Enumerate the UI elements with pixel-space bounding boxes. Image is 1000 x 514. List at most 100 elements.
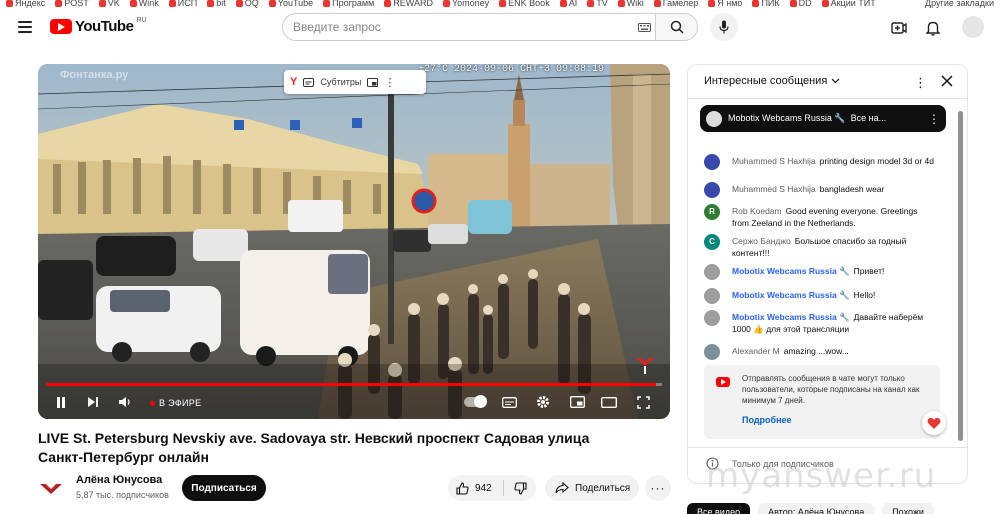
- bookmark-item[interactable]: AI: [559, 0, 578, 8]
- bookmark-label: DD: [798, 0, 812, 8]
- miniplayer-button[interactable]: [568, 393, 586, 411]
- autoplay-toggle[interactable]: [464, 395, 487, 408]
- menu-icon[interactable]: [18, 21, 32, 33]
- chat-author-name[interactable]: Alexander M: [732, 346, 780, 356]
- create-button[interactable]: [890, 19, 908, 37]
- share-icon: [555, 482, 569, 494]
- bookmark-item[interactable]: YouTube: [268, 0, 313, 8]
- chat-author-name[interactable]: Сержо Банджо: [732, 236, 791, 246]
- heart-icon: [927, 417, 941, 429]
- create-video-icon: [891, 22, 907, 34]
- chat-author-avatar: [704, 288, 720, 304]
- pinned-text: Mobotix Webcams Russia 🔧 Все на...: [728, 113, 922, 124]
- chat-message[interactable]: C Сержо Банджо Большое спасибо за годный к…: [704, 234, 934, 259]
- chat-author-name[interactable]: Muhammed S Haxhija: [732, 184, 816, 194]
- progress-bar[interactable]: [46, 383, 662, 386]
- settings-button[interactable]: [534, 393, 552, 411]
- fullscreen-button[interactable]: [634, 393, 652, 411]
- bookmark-item[interactable]: ИСП: [168, 0, 197, 8]
- search-input[interactable]: [283, 14, 633, 40]
- picture-in-picture-icon[interactable]: [367, 77, 379, 87]
- share-button[interactable]: Поделиться: [545, 475, 639, 501]
- dislike-button[interactable]: [504, 481, 536, 495]
- chat-scrollbar[interactable]: [958, 111, 963, 441]
- pause-button[interactable]: [52, 393, 70, 411]
- chat-message[interactable]: Mobotix Webcams Russia 🔧 Hello!: [704, 288, 934, 304]
- fullscreen-icon: [636, 395, 650, 409]
- keyboard-icon[interactable]: [633, 14, 655, 40]
- chat-more-button[interactable]: ⋮: [914, 74, 927, 92]
- subtitles-popup[interactable]: Y Субтитры ⋮: [284, 70, 426, 94]
- channel-avatar[interactable]: [38, 477, 64, 503]
- bookmark-favicon-icon: [323, 0, 331, 7]
- bookmark-item[interactable]: OQ: [235, 0, 259, 8]
- subscribe-button[interactable]: Подписаться: [182, 475, 266, 501]
- bookmark-item[interactable]: Яндекс: [6, 0, 45, 8]
- chat-message[interactable]: Mobotix Webcams Russia 🔧 Давайте наберём …: [704, 310, 934, 335]
- more-actions-button[interactable]: ···: [645, 475, 671, 501]
- live-chat-panel: Интересные сообщения ⋮ Mobotix Webcams R…: [687, 64, 968, 484]
- bookmark-item[interactable]: Я нмо: [708, 0, 742, 8]
- bookmark-item[interactable]: ПИК: [752, 0, 780, 8]
- chat-author-name[interactable]: Rob Koedam: [732, 206, 782, 216]
- pinned-author-avatar: [706, 110, 722, 127]
- bookmark-label: AI: [568, 0, 578, 8]
- bookmark-item[interactable]: bit: [207, 0, 226, 8]
- video-watermark: Фонтанка.ру: [60, 69, 129, 81]
- next-button[interactable]: [84, 393, 102, 411]
- bookmark-item[interactable]: VK: [98, 0, 120, 8]
- bookmark-item[interactable]: Wink: [129, 0, 159, 8]
- search-button[interactable]: [655, 14, 697, 40]
- chat-message-text: amazing ...wow...: [783, 346, 849, 356]
- other-bookmarks[interactable]: Другие закладки: [925, 0, 994, 8]
- miniplayer-icon: [569, 396, 585, 408]
- filter-chip[interactable]: Похожи: [882, 503, 934, 514]
- bookmark-item[interactable]: ENK Book: [499, 0, 550, 8]
- chat-author-name[interactable]: Mobotix Webcams Russia 🔧: [732, 266, 850, 276]
- bookmark-item[interactable]: POST: [55, 0, 89, 8]
- like-button[interactable]: 942: [448, 480, 504, 496]
- bookmark-label: POST: [64, 0, 89, 8]
- reaction-button[interactable]: [922, 411, 946, 435]
- chat-message[interactable]: Alexander Mamazing ...wow...: [704, 344, 934, 360]
- chat-author-name[interactable]: Muhammed S Haxhija: [732, 156, 816, 166]
- youtube-logo[interactable]: YouTube RU: [50, 17, 147, 35]
- volume-button[interactable]: [116, 393, 134, 411]
- chat-mode-dropdown[interactable]: Интересные сообщения: [704, 75, 840, 87]
- bookmark-item[interactable]: Программ: [323, 0, 374, 8]
- video-player[interactable]: Фонтанка.ру +27°C 2024-09-06 СНТ+3 09:08…: [38, 64, 670, 419]
- more-vert-icon[interactable]: ⋮: [928, 112, 940, 126]
- video-title: LIVE St. Petersburg Nevskiy ave. Sadovay…: [38, 430, 590, 465]
- more-vert-icon[interactable]: ⋮: [384, 76, 395, 89]
- account-avatar[interactable]: [962, 16, 984, 38]
- chat-message[interactable]: Muhammed S Haxhija printing design model …: [704, 154, 934, 170]
- chat-message[interactable]: Mobotix Webcams Russia 🔧 Привет!: [704, 264, 934, 280]
- notifications-button[interactable]: [924, 19, 942, 37]
- bookmark-item[interactable]: Гамелер: [653, 0, 698, 8]
- chat-author-name[interactable]: Mobotix Webcams Russia 🔧: [732, 312, 850, 322]
- chat-author-name[interactable]: Mobotix Webcams Russia 🔧: [732, 290, 850, 300]
- bookmark-item[interactable]: Wiki: [617, 0, 644, 8]
- learn-more-link[interactable]: Подробнее: [742, 415, 792, 425]
- voice-search-button[interactable]: [710, 13, 738, 41]
- bookmark-favicon-icon: [207, 0, 215, 7]
- chevron-down-icon: [831, 78, 840, 84]
- chat-message[interactable]: R Rob Koedam Good evening everyone. Greeti…: [704, 204, 934, 229]
- subtitles-button[interactable]: [500, 393, 518, 411]
- bookmark-item[interactable]: Yomoney: [442, 0, 489, 8]
- bookmark-item[interactable]: Акции ТИТ: [821, 0, 876, 8]
- filter-chip[interactable]: Автор: Алёна Юнусова: [758, 503, 875, 514]
- chat-close-button[interactable]: [940, 74, 954, 93]
- live-indicator[interactable]: В ЭФИРЕ: [150, 398, 201, 408]
- channel-name[interactable]: Алёна Юнусова: [76, 474, 162, 486]
- site-watermark: myanswer.ru: [706, 456, 937, 496]
- pinned-message[interactable]: Mobotix Webcams Russia 🔧 Все на... ⋮: [700, 105, 946, 132]
- bookmark-item[interactable]: REWARD: [384, 0, 433, 8]
- bookmark-item[interactable]: DD: [789, 0, 812, 8]
- chat-message[interactable]: Muhammed S Haxhija bangladesh wear: [704, 182, 934, 198]
- bookmark-item[interactable]: TV: [587, 0, 608, 8]
- filter-chip[interactable]: Все видео: [687, 503, 751, 514]
- theater-mode-button[interactable]: [600, 393, 618, 411]
- bookmark-label: VK: [107, 0, 120, 8]
- captions-icon: [303, 77, 315, 87]
